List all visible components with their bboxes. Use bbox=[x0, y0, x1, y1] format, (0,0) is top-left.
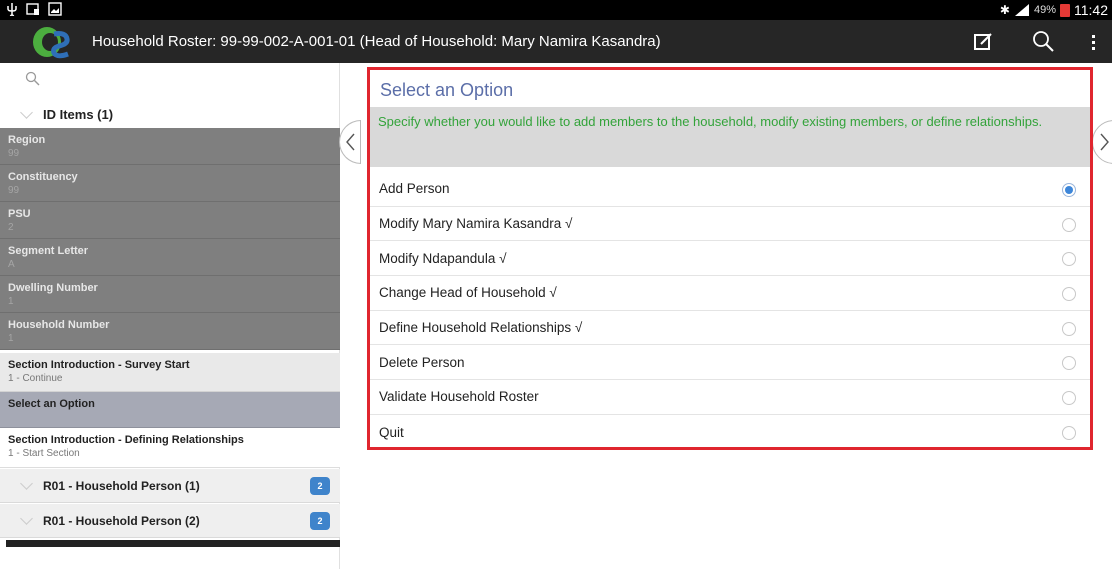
tree-item-defining-relationships[interactable]: Section Introduction - Defining Relation… bbox=[0, 428, 340, 468]
radio-unselected[interactable] bbox=[1062, 217, 1076, 232]
item-label: Segment Letter bbox=[8, 245, 89, 257]
option-row[interactable]: Define Household Relationships √ bbox=[370, 311, 1090, 346]
radio-unselected[interactable] bbox=[1062, 252, 1076, 267]
status-right-icons: ✱ 49% 11:42 bbox=[1000, 1, 1108, 19]
option-row[interactable]: Add Person bbox=[370, 172, 1090, 207]
chevron-left-icon bbox=[346, 133, 355, 151]
radio-selected[interactable] bbox=[1062, 183, 1076, 197]
tree-item-region[interactable]: Region 99 bbox=[0, 128, 340, 165]
option-label: Validate Household Roster bbox=[379, 389, 539, 405]
option-label: Change Head of Household √ bbox=[379, 285, 557, 301]
item-label: Household Number bbox=[8, 319, 110, 331]
item-label: Select an Option bbox=[8, 398, 95, 410]
radio-unselected[interactable] bbox=[1062, 321, 1076, 336]
tree-item-segment-letter[interactable]: Segment Letter A bbox=[0, 239, 340, 276]
bluetooth-icon: ✱ bbox=[999, 3, 1010, 17]
option-label: Define Household Relationships √ bbox=[379, 320, 583, 336]
previous-button[interactable] bbox=[339, 120, 361, 164]
option-row[interactable]: Delete Person bbox=[370, 345, 1090, 381]
option-row[interactable]: Modify Ndapandula √ bbox=[370, 241, 1090, 277]
tree-item-select-an-option[interactable]: Select an Option bbox=[0, 392, 340, 428]
signal-icon bbox=[1014, 4, 1029, 16]
search-icon[interactable] bbox=[1030, 28, 1058, 56]
sidebar-divider bbox=[6, 540, 340, 547]
item-value: 99 bbox=[8, 185, 20, 196]
option-row[interactable]: Modify Mary Namira Kasandra √ bbox=[370, 207, 1090, 242]
tree-item-household-number[interactable]: Household Number 1 bbox=[0, 313, 340, 350]
radio-unselected[interactable] bbox=[1062, 425, 1076, 440]
option-row[interactable]: Validate Household Roster bbox=[370, 380, 1090, 415]
group-id-items[interactable]: ID Items (1) bbox=[0, 101, 340, 127]
edit-icon[interactable] bbox=[969, 28, 997, 56]
tree-item-constituency[interactable]: Constituency 99 bbox=[0, 165, 340, 202]
battery-low-icon bbox=[1060, 3, 1070, 17]
app-screen: ✱ 49% 11:42 Household Roster: 99-99-002-… bbox=[0, 0, 1112, 569]
option-label: Modify Mary Namira Kasandra √ bbox=[379, 216, 573, 232]
action-bar: Household Roster: 99-99-002-A-001-01 (He… bbox=[0, 20, 1112, 63]
image-icon bbox=[48, 2, 62, 16]
screen-title: Household Roster: 99-99-002-A-001-01 (He… bbox=[92, 33, 661, 50]
item-label: Constituency bbox=[8, 171, 78, 183]
item-label: Section Introduction - Survey Start bbox=[8, 359, 190, 371]
item-value: 2 bbox=[8, 222, 14, 233]
roster-item-person-2[interactable]: R01 - Household Person (2) 2 bbox=[0, 504, 340, 538]
chevron-down-icon bbox=[20, 105, 33, 119]
roster-item-person-1[interactable]: R01 - Household Person (1) 2 bbox=[0, 469, 340, 503]
group-label: ID Items (1) bbox=[43, 106, 114, 122]
option-row[interactable]: Quit bbox=[370, 415, 1090, 450]
question-title: Select an Option bbox=[380, 80, 514, 100]
app-logo-icon bbox=[33, 27, 70, 59]
question-panel: Select an Option Specify whether you wou… bbox=[367, 67, 1093, 450]
item-label: Region bbox=[8, 134, 46, 146]
chevron-down-icon bbox=[20, 477, 33, 490]
count-badge: 2 bbox=[310, 477, 330, 495]
chevron-down-icon bbox=[20, 512, 33, 525]
item-value: 99 bbox=[8, 148, 20, 159]
radio-unselected[interactable] bbox=[1062, 356, 1076, 371]
option-label: Add Person bbox=[379, 181, 450, 197]
tree-item-survey-start[interactable]: Section Introduction - Survey Start 1 - … bbox=[0, 353, 340, 392]
tree-item-psu[interactable]: PSU 2 bbox=[0, 202, 340, 239]
battery-percent: 49% bbox=[1033, 4, 1056, 16]
overflow-menu-icon[interactable] bbox=[1080, 28, 1108, 56]
status-bar: ✱ 49% 11:42 bbox=[0, 0, 1112, 20]
radio-unselected[interactable] bbox=[1062, 287, 1076, 302]
status-left-icons bbox=[6, 2, 62, 16]
item-value: 1 - Continue bbox=[8, 373, 63, 384]
usb-icon bbox=[7, 3, 17, 16]
search-icon[interactable] bbox=[24, 70, 42, 88]
next-button[interactable] bbox=[1092, 120, 1112, 164]
item-value: A bbox=[8, 259, 15, 270]
count-badge: 2 bbox=[310, 512, 330, 530]
item-label: PSU bbox=[8, 208, 31, 220]
item-value: 1 bbox=[8, 333, 14, 344]
item-label: Dwelling Number bbox=[8, 282, 98, 294]
option-list: Add Person Modify Mary Namira Kasandra √ M… bbox=[370, 172, 1090, 450]
roster-label: R01 - Household Person (2) bbox=[43, 513, 200, 528]
clock: 11:42 bbox=[1074, 2, 1108, 18]
roster-label: R01 - Household Person (1) bbox=[43, 478, 200, 493]
question-help-text: Specify whether you would like to add me… bbox=[370, 107, 1090, 167]
option-label: Quit bbox=[379, 424, 404, 440]
option-row[interactable]: Change Head of Household √ bbox=[370, 276, 1090, 311]
item-value: 1 bbox=[8, 296, 14, 307]
item-label: Section Introduction - Defining Relation… bbox=[8, 434, 244, 446]
case-tree-sidebar: ID Items (1) Region 99 Constituency 99 P… bbox=[0, 63, 340, 569]
option-label: Delete Person bbox=[379, 354, 465, 370]
radio-unselected[interactable] bbox=[1062, 391, 1076, 406]
item-value: 1 - Start Section bbox=[8, 448, 80, 459]
debug-icon bbox=[26, 3, 39, 15]
chevron-right-icon bbox=[1100, 133, 1109, 151]
option-label: Modify Ndapandula √ bbox=[379, 250, 507, 266]
tree-item-dwelling-number[interactable]: Dwelling Number 1 bbox=[0, 276, 340, 313]
